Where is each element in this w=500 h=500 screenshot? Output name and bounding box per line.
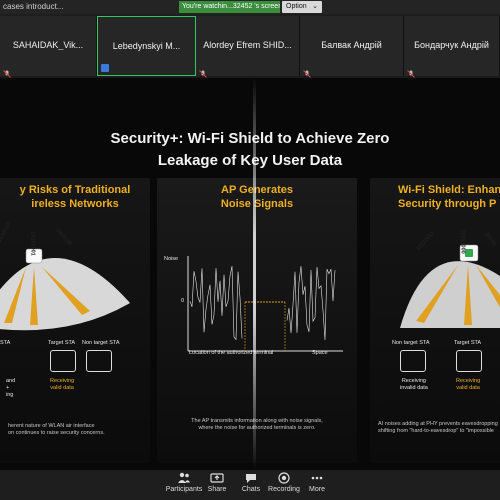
- panel-heading-line: ireless Networks: [31, 198, 119, 210]
- panel-caption: AI noises adding at PHY prevents eavesdr…: [378, 421, 498, 435]
- participant-tile[interactable]: Alordey Efrem SHID...: [196, 16, 300, 78]
- panel-caption: The AP transmits information along with …: [157, 418, 357, 432]
- participant-name: SAHAIDAK_Vik...: [12, 40, 84, 50]
- meeting-title-text: cases introduct...: [3, 2, 64, 11]
- slide-title-line: Security+: Wi-Fi Shield to Achieve Zero: [110, 130, 390, 147]
- broadcast-diagram: [0, 248, 130, 331]
- option-label: Option: [286, 3, 307, 10]
- panel-heading-line: Noise Signals: [220, 198, 294, 210]
- panel-traditional-risks: y Risks of Traditional ireless Networks …: [0, 178, 150, 463]
- recording-icon: [278, 472, 290, 484]
- mic-muted-icon: [199, 65, 207, 78]
- x-axis-label: Space: [312, 350, 328, 356]
- receiving-line: Receiving: [456, 378, 481, 384]
- participant-tile[interactable]: Балвак Андрій: [300, 16, 404, 78]
- sta-label: Target STA: [454, 340, 482, 346]
- mic-muted-icon: [303, 65, 311, 78]
- location-label: Location of the authorized terminal: [189, 350, 274, 356]
- mic-muted-icon: [3, 65, 11, 78]
- participant-name: Бондарчук Андрій: [414, 40, 489, 50]
- participant-name: Alordey Efrem SHID...: [203, 40, 292, 50]
- caption-line: herent nature of WLAN air interface: [8, 423, 95, 429]
- participant-tile[interactable]: Бондарчук Андрій: [404, 16, 500, 78]
- panel-heading: AP Generates Noise Signals: [157, 183, 357, 211]
- meeting-toolbar: Participants Share Chats Recording More: [0, 470, 500, 500]
- sta-label: STA: [0, 340, 11, 346]
- noise-wave: [286, 266, 336, 341]
- user-icon: [86, 350, 112, 372]
- bits-label: 10101001: [29, 231, 36, 256]
- shared-screen: Security+: Wi-Fi Shield to Achieve Zero …: [0, 78, 500, 470]
- sta-label: Target STA: [48, 340, 76, 346]
- receiving-label: Receiving valid data: [50, 378, 74, 392]
- sta-label: Non target STA: [392, 340, 430, 346]
- sta-label: Non target STA: [82, 340, 120, 346]
- more-label: More: [309, 486, 325, 493]
- mic-muted-icon: [407, 65, 415, 78]
- user-icon: [456, 350, 482, 372]
- caption-line: shifting from "hard-to-eavesdrop" to "im…: [378, 428, 494, 434]
- caption-line: AI noises adding at PHY prevents eavesdr…: [378, 421, 498, 427]
- screen-sharing-banner: You're watchin...32452 's screen.: [179, 1, 280, 13]
- caption-line: on continues to raise security concerns.: [8, 430, 105, 436]
- noise-plot: [187, 256, 343, 352]
- top-bar: cases introduct... You're watchin...3245…: [0, 0, 500, 14]
- slide-title: Security+: Wi-Fi Shield to Achieve Zero …: [0, 128, 500, 172]
- receiving-line: valid data: [456, 385, 480, 391]
- panel-heading-line: y Risks of Traditional: [19, 184, 131, 196]
- shield-diagram: [400, 244, 500, 328]
- receiving-invalid-label: Receiving invalid data: [400, 378, 428, 392]
- participant-name: Балвак Андрій: [321, 40, 382, 50]
- note-line: +: [6, 385, 10, 391]
- y-axis-label: Noise: [164, 256, 179, 262]
- participants-icon: [178, 472, 190, 483]
- more-button[interactable]: More: [297, 472, 337, 498]
- panel-heading: Wi-Fi Shield: Enhan Security through P: [370, 183, 500, 211]
- chevron-down-icon: ⌄: [312, 3, 318, 10]
- panel-heading-line: Wi-Fi Shield: Enhan: [398, 184, 500, 196]
- chat-icon: [246, 474, 256, 483]
- panel-heading-line: AP Generates: [221, 184, 293, 196]
- caption-line: where the noise for authorized terminals…: [198, 425, 316, 431]
- zero-label: 0: [181, 298, 185, 304]
- noise-wave: [189, 265, 243, 341]
- option-button[interactable]: Option ⌄: [282, 1, 322, 13]
- more-icon: [311, 476, 323, 480]
- share-icon: [210, 473, 224, 483]
- note-line: and: [6, 378, 16, 384]
- participant-tile[interactable]: SAHAIDAK_Vik...: [0, 16, 97, 78]
- user-icon: [400, 350, 426, 372]
- receiving-valid-label: Receiving valid data: [456, 378, 480, 392]
- panel-caption: herent nature of WLAN air interface on c…: [8, 423, 105, 437]
- user-icon: [50, 350, 76, 372]
- panel-wifi-shield: Wi-Fi Shield: Enhan Security through P 1…: [370, 178, 500, 463]
- note-label: and + ing: [6, 378, 15, 399]
- note-line: ing: [6, 392, 14, 398]
- receiving-line: invalid data: [400, 385, 428, 391]
- panel-heading: y Risks of Traditional ireless Networks: [0, 183, 160, 211]
- caption-line: The AP transmits information along with …: [191, 418, 323, 424]
- panel-ap-noise: AP Generates Noise Signals Noise 0 Space…: [157, 178, 357, 463]
- receiving-line: valid data: [50, 385, 74, 391]
- bits-label: 10101000: [459, 229, 466, 254]
- participant-tile[interactable]: Lebedynskyi M...: [97, 16, 196, 76]
- participant-name: Lebedynskyi M...: [112, 41, 181, 51]
- meeting-window: cases introduct... You're watchin...3245…: [0, 0, 500, 500]
- receiving-line: Receiving: [401, 378, 426, 384]
- slide-title-line: Leakage of Key User Data: [157, 152, 343, 169]
- panel-heading-line: Security through P: [398, 198, 497, 210]
- user-icon: [101, 64, 109, 72]
- screen-divider: [253, 78, 256, 470]
- receiving-line: Receiving: [50, 378, 75, 384]
